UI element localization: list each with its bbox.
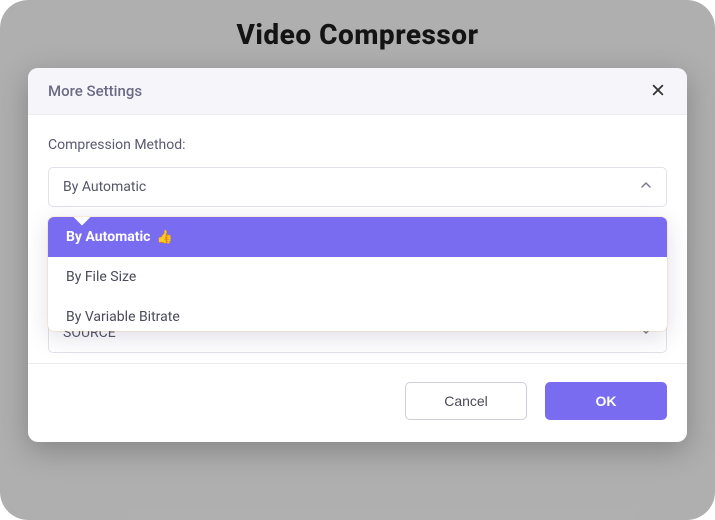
compression-method-dropdown: By Automatic 👍 By File Size By Variable … (48, 217, 667, 331)
modal-header: More Settings (28, 68, 687, 115)
dropdown-option-label: By Automatic (66, 229, 150, 245)
dropdown-option-filesize[interactable]: By File Size (48, 257, 667, 297)
close-icon (651, 81, 665, 102)
dropdown-option-variable-bitrate[interactable]: By Variable Bitrate (48, 297, 667, 331)
modal-title: More Settings (48, 82, 142, 100)
thumbs-up-icon: 👍 (156, 230, 172, 245)
dropdown-option-label: By File Size (66, 269, 136, 285)
dropdown-option-automatic[interactable]: By Automatic 👍 (48, 217, 667, 257)
dropdown-option-label: By Variable Bitrate (66, 309, 180, 325)
modal-body: Compression Method: By Automatic By Auto… (28, 115, 687, 363)
close-button[interactable] (649, 82, 667, 100)
chevron-up-icon (640, 179, 652, 195)
compression-method-value: By Automatic (63, 179, 146, 195)
cancel-button[interactable]: Cancel (405, 382, 527, 420)
compression-method-field: By Automatic By Automatic 👍 By File Size (48, 167, 667, 207)
compression-method-label: Compression Method: (48, 137, 667, 153)
ok-button[interactable]: OK (545, 382, 667, 420)
modal-footer: Cancel OK (28, 363, 687, 442)
app-window: Video Compressor More Settings Compressi… (0, 0, 715, 520)
settings-modal: More Settings Compression Method: By Aut… (28, 68, 687, 442)
compression-method-select[interactable]: By Automatic (48, 167, 667, 207)
